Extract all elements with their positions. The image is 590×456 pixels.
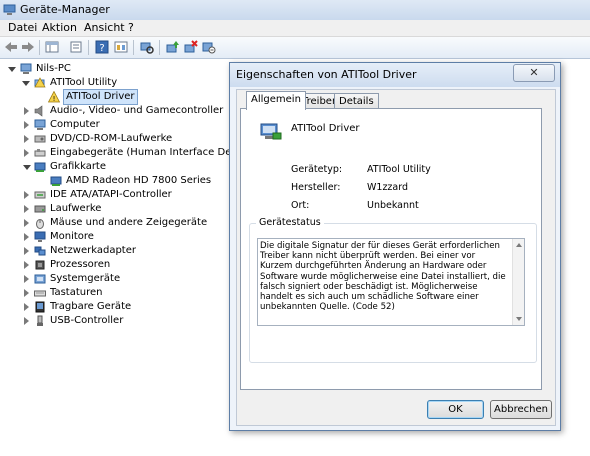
- tree-category-monitore[interactable]: Monitore: [22, 230, 172, 244]
- device-icon: [260, 123, 282, 140]
- show-hide-tree-icon[interactable]: [45, 40, 59, 54]
- tree-root[interactable]: Nils-PC: [8, 62, 108, 76]
- tree-category-hid[interactable]: Eingabegeräte (Human Interface Devices): [22, 146, 261, 160]
- usb-icon: [37, 315, 43, 326]
- input-device-icon: [34, 149, 46, 157]
- device-tree: Nils-PC ATITool Utility ! ATITool Driver…: [0, 59, 261, 456]
- scan-hardware-icon[interactable]: [140, 40, 154, 54]
- close-button[interactable]: ✕: [513, 64, 555, 82]
- menu-ansicht[interactable]: Ansicht: [84, 21, 125, 34]
- speaker-icon: [34, 105, 43, 117]
- tree-device-atitool-driver[interactable]: ! ATITool Driver: [48, 89, 138, 105]
- prop-label-hersteller: Hersteller:: [291, 182, 341, 193]
- system-device-icon: [34, 274, 46, 284]
- window-title: Geräte-Manager: [20, 3, 110, 16]
- svg-text:?: ?: [99, 43, 104, 54]
- status-scrollbar[interactable]: [512, 239, 524, 325]
- device-status-textbox[interactable]: Die digitale Signatur der für dieses Ger…: [257, 238, 525, 326]
- prop-value-ort: Unbekannt: [367, 200, 419, 211]
- prop-label-geraetetyp: Gerätetyp:: [291, 164, 343, 175]
- menu-help[interactable]: ?: [128, 21, 134, 34]
- svg-text:!: !: [53, 95, 56, 103]
- properties-dialog: Eigenschaften von ATITool Driver ✕ Allge…: [229, 62, 561, 431]
- scroll-down-icon[interactable]: [516, 317, 522, 321]
- tree-category-netzwerk[interactable]: Netzwerkadapter: [22, 244, 172, 258]
- device-status-text: Die digitale Signatur der für dieses Ger…: [260, 241, 506, 313]
- menu-aktion[interactable]: Aktion: [42, 21, 77, 34]
- device-status-group: Gerätestatus Die digitale Signatur der f…: [249, 217, 537, 363]
- tree-device-amd-radeon[interactable]: AMD Radeon HD 7800 Series: [50, 174, 230, 188]
- tree-category-tragbare-geraete[interactable]: Tragbare Geräte: [22, 300, 172, 314]
- tree-category-prozessoren[interactable]: Prozessoren: [22, 258, 172, 272]
- keyboard-icon: [34, 290, 46, 297]
- dialog-title: Eigenschaften von ATITool Driver: [236, 68, 417, 81]
- tree-category-systemgeraete[interactable]: Systemgeräte: [22, 272, 172, 286]
- tab-details[interactable]: Details: [334, 93, 379, 109]
- tree-category-laufwerke[interactable]: Laufwerke: [22, 202, 172, 216]
- portable-device-icon: [35, 301, 45, 313]
- title-bar: Geräte-Manager: [0, 0, 590, 21]
- update-driver-icon[interactable]: [166, 40, 180, 54]
- device-name: ATITool Driver: [291, 123, 360, 134]
- menu-bar: Datei Aktion Ansicht ?: [0, 20, 590, 37]
- tree-category-ide[interactable]: IDE ATA/ATAPI-Controller: [22, 188, 202, 202]
- device-manager-icon: [3, 4, 16, 15]
- ok-button[interactable]: OK: [427, 400, 484, 419]
- network-adapter-icon: [34, 246, 46, 256]
- tree-category-computer[interactable]: Computer: [22, 118, 172, 132]
- cancel-button[interactable]: Abbrechen: [490, 400, 552, 419]
- scroll-up-icon[interactable]: [516, 243, 522, 247]
- prop-value-geraetetyp: ATITool Utility: [367, 164, 431, 175]
- computer-icon: [20, 63, 32, 74]
- tab-allgemein[interactable]: Allgemein: [246, 91, 306, 110]
- general-tab-panel: ATITool Driver Gerätetyp: ATITool Utilit…: [240, 108, 542, 390]
- close-icon: ✕: [529, 66, 539, 79]
- warning-icon: !: [48, 91, 60, 103]
- disk-drive-icon: [34, 205, 46, 213]
- tree-category-atitool-utility[interactable]: ATITool Utility: [22, 76, 142, 90]
- toolbar: ?: [0, 37, 590, 59]
- prop-label-ort: Ort:: [291, 200, 310, 211]
- forward-arrow-icon[interactable]: [21, 40, 35, 54]
- device-status-legend: Gerätestatus: [256, 217, 324, 228]
- tree-category-grafikkarte[interactable]: Grafikkarte: [22, 160, 172, 174]
- processor-icon: [35, 260, 45, 270]
- computer-icon: [34, 119, 46, 130]
- properties-icon[interactable]: [69, 40, 83, 54]
- back-arrow-icon[interactable]: [4, 40, 18, 54]
- disable-icon[interactable]: [202, 40, 216, 54]
- display-adapter-icon: [34, 162, 46, 172]
- prop-value-hersteller: W1zzard: [367, 182, 409, 193]
- help-icon[interactable]: ?: [95, 40, 109, 54]
- tree-category-tastaturen[interactable]: Tastaturen: [22, 286, 172, 300]
- dvd-drive-icon: [34, 135, 46, 143]
- mouse-icon: [36, 219, 44, 229]
- view-icon[interactable]: [114, 40, 128, 54]
- tree-category-usb[interactable]: USB-Controller: [22, 314, 172, 328]
- display-adapter-icon: [50, 176, 62, 186]
- menu-datei[interactable]: Datei: [8, 21, 37, 34]
- tree-category-maeuse[interactable]: Mäuse und andere Zeigegeräte: [22, 216, 222, 230]
- controller-icon: [34, 191, 46, 199]
- tree-category-dvd[interactable]: DVD/CD-ROM-Laufwerke: [22, 132, 202, 146]
- monitor-icon: [34, 231, 46, 242]
- device-warning-category-icon: [34, 77, 46, 88]
- dialog-title-bar: Eigenschaften von ATITool Driver ✕: [230, 63, 560, 87]
- tree-category-audio[interactable]: Audio-, Video- und Gamecontroller: [22, 104, 232, 118]
- uninstall-icon[interactable]: [184, 40, 198, 54]
